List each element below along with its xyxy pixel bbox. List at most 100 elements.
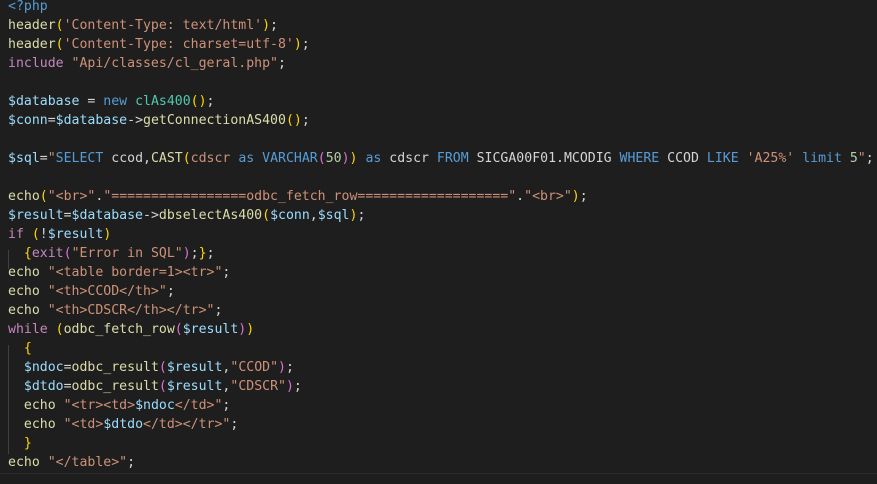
code-token: getConnectionAS400: [143, 113, 286, 128]
code-token: ;: [301, 37, 310, 52]
code-token: echo: [8, 284, 40, 299]
code-token: "</table>": [47, 455, 128, 470]
code-token: </td>": [174, 398, 223, 413]
code-token: clAs400: [135, 94, 191, 109]
code-token: odbc_fetch_row: [63, 322, 175, 337]
code-token: ;: [865, 151, 874, 166]
code-token: 50: [325, 151, 342, 166]
code-token: ": [857, 151, 866, 166]
code-token: echo: [8, 303, 40, 318]
code-line: $database = new clAs400();: [8, 92, 874, 111]
code-token: ): [341, 151, 350, 166]
code-token: =: [63, 379, 72, 394]
code-token: }: [23, 436, 32, 451]
code-token: ;: [285, 360, 294, 375]
code-token: "=================odbc_fetch_row========…: [103, 189, 517, 204]
code-token: ": [47, 151, 56, 166]
code-token: exit: [31, 246, 64, 261]
code-token: ;: [206, 246, 215, 261]
code-token: }: [198, 246, 207, 261]
code-token: WHERE: [619, 151, 660, 166]
code-token: header: [8, 37, 56, 52]
code-token: ;: [230, 417, 239, 432]
code-token: "<th>CCOD</th>": [47, 284, 167, 299]
code-token: "<th>CDSCR</th></tr>": [47, 303, 215, 318]
code-token: ;: [166, 284, 175, 299]
code-token: 5: [849, 151, 858, 166]
code-line: }: [8, 434, 874, 453]
code-line: echo "<th>CCOD</th>";: [8, 282, 874, 301]
code-token: (): [285, 113, 302, 128]
code-line: {: [8, 339, 874, 358]
code-token: "<br>": [47, 189, 96, 204]
code-token: ): [278, 360, 286, 375]
code-token: echo: [8, 189, 40, 204]
code-line: $result=$database->dbselectAs400($conn,$…: [8, 206, 874, 225]
code-token: echo: [8, 265, 40, 280]
code-token: ): [262, 18, 271, 33]
code-token: cdscr: [190, 151, 239, 166]
code-token: "Error in SQL": [71, 246, 183, 261]
code-token: ;: [127, 455, 136, 470]
code-token: ;: [206, 94, 215, 109]
code-token: 'Content-Type: charset=utf-8': [63, 37, 294, 52]
code-token: </td></tr>": [143, 417, 231, 432]
code-text[interactable]: <?php header('Content-Type: text/html'); h…: [8, 0, 874, 472]
code-token: $result: [182, 322, 239, 337]
code-token: ;: [579, 189, 588, 204]
code-token: (: [63, 246, 72, 261]
code-token: "CDSCR": [230, 379, 286, 394]
code-token: (: [174, 322, 183, 337]
code-token: ;: [357, 208, 366, 223]
code-token: ccod,: [103, 151, 151, 166]
code-token: CAST: [150, 151, 183, 166]
code-token: ;: [214, 303, 223, 318]
code-token: (: [39, 189, 48, 204]
code-token: dbselectAs400: [158, 208, 263, 223]
code-token: as: [365, 151, 382, 166]
code-line: {exit("Error in SQL");};: [8, 244, 874, 263]
code-token: ): [246, 322, 255, 337]
code-token: include: [8, 56, 64, 71]
code-line: echo "<th>CDSCR</th></tr>";: [8, 301, 874, 320]
code-line: include "Api/classes/cl_geral.php";: [8, 54, 874, 73]
code-token: $database: [8, 94, 80, 109]
code-token: ;: [301, 113, 310, 128]
code-token: echo: [23, 398, 56, 413]
code-line: $ndoc=odbc_result($result,"CCOD");: [8, 358, 874, 377]
code-line: $conn=$database->getConnectionAS400();: [8, 111, 874, 130]
code-token: {: [23, 341, 32, 356]
code-token: ): [285, 379, 294, 394]
code-token: (: [55, 18, 64, 33]
code-token: echo: [23, 417, 56, 432]
code-token: VARCHAR: [262, 151, 318, 166]
current-line-border: [0, 473, 877, 474]
code-token: (: [158, 360, 167, 375]
code-token: ): [293, 37, 302, 52]
code-editor[interactable]: <?php header('Content-Type: text/html'); h…: [0, 0, 877, 484]
code-token: new: [103, 94, 128, 109]
code-token: ): [571, 189, 580, 204]
code-token: ;: [293, 379, 302, 394]
code-token: $dtdo: [23, 379, 64, 394]
code-token: while: [8, 322, 48, 337]
code-line: while (odbc_fetch_row($result)): [8, 320, 874, 339]
code-token: ->: [143, 208, 159, 223]
code-token: limit: [802, 151, 842, 166]
